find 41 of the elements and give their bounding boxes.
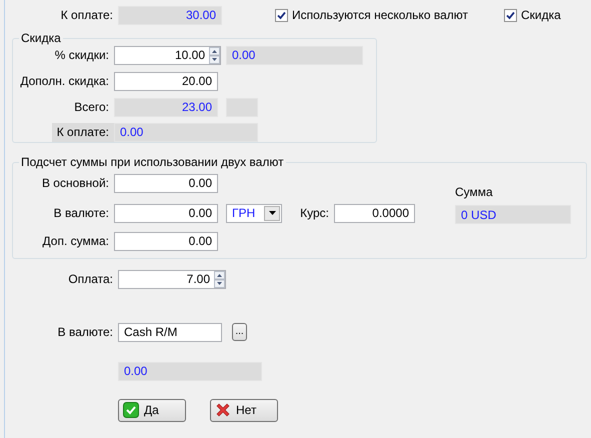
amount-field: 0.00: [114, 122, 258, 142]
spin-arrows-icon[interactable]: [214, 270, 225, 288]
amount-field: 0.00: [226, 46, 363, 64]
field-label: В валюте:: [52, 206, 110, 220]
checkbox[interactable]: [504, 8, 517, 22]
field-label: Курс:: [299, 206, 330, 220]
checkbox[interactable]: [275, 8, 288, 22]
input-field[interactable]: 0.0000: [334, 204, 415, 222]
check-icon: [123, 402, 139, 418]
ok-button[interactable]: Да: [118, 398, 186, 422]
currency-dropdown[interactable]: ГРН: [226, 204, 282, 222]
spin-arrows-icon[interactable]: [209, 46, 220, 64]
browse-button[interactable]: ...: [232, 323, 247, 341]
input-field[interactable]: Cash R/M: [118, 322, 222, 342]
field-label: Оплата:: [67, 272, 114, 286]
payment-spin-field[interactable]: 7.00: [118, 270, 226, 288]
cancel-button[interactable]: Нет: [210, 398, 278, 422]
checkbox-label: Скидка: [520, 8, 561, 22]
amount-field: 23.00: [114, 98, 218, 116]
caret-icon: [268, 211, 276, 215]
field-label: Сумма: [455, 185, 494, 199]
input-field[interactable]: 0.00: [114, 232, 218, 250]
close-icon: [215, 402, 231, 418]
field-label: К оплате:: [60, 8, 114, 22]
field-label: В основной:: [40, 176, 110, 190]
field-label: Дополн. скидка:: [19, 74, 110, 88]
field-label: Доп. сумма:: [42, 234, 110, 248]
input-field[interactable]: 20.00: [114, 72, 218, 90]
checkbox-label: Используются несколько валют: [292, 8, 468, 22]
field-label: Всего:: [73, 100, 110, 114]
input-field[interactable]: 0.00: [114, 204, 218, 222]
amount-field: 30.00: [118, 6, 222, 24]
field-label: В валюте:: [56, 325, 114, 339]
amount-field: 0.00: [118, 362, 262, 380]
group-title: Подсчет суммы при использовании двух валют: [20, 155, 285, 169]
field-label: % скидки:: [54, 48, 110, 62]
group-title: Скидка: [20, 31, 62, 45]
field-label: К оплате:: [52, 122, 114, 142]
amount-field: 0 USD: [455, 205, 571, 224]
percent-spin-field[interactable]: 10.00: [114, 46, 221, 64]
input-field[interactable]: 0.00: [114, 174, 218, 192]
